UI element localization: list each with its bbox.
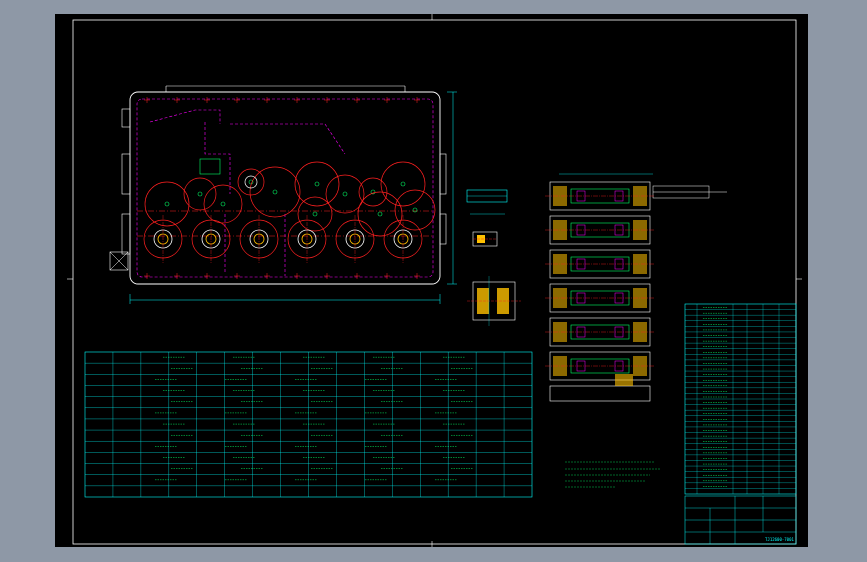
gear-g9 xyxy=(380,161,426,207)
gear-hub-g9 xyxy=(400,181,406,187)
bolt-cross xyxy=(324,97,330,103)
gear-hub-g12 xyxy=(312,211,318,217)
bolt-cross xyxy=(264,273,270,279)
bolt-cross xyxy=(384,273,390,279)
bolt-cross xyxy=(294,97,300,103)
gear-g7 xyxy=(325,174,365,214)
gear-g1 xyxy=(144,181,190,227)
bolt-cross xyxy=(384,97,390,103)
gear-hub-g6 xyxy=(314,181,320,187)
bolt-cross xyxy=(354,273,360,279)
bearing-section-icon xyxy=(466,189,521,326)
gear-hub-g5 xyxy=(272,189,278,195)
title-block: TJ12600-7001 xyxy=(684,495,797,545)
bolt-cross xyxy=(204,97,210,103)
bolt-cross xyxy=(324,273,330,279)
bolt-cross xyxy=(174,273,180,279)
gear-g12 xyxy=(297,196,333,232)
section-motor-flange xyxy=(615,374,633,386)
gear-hub-g1 xyxy=(164,201,170,207)
gear-g6 xyxy=(294,161,340,207)
bolt-cross xyxy=(294,273,300,279)
bolt-cross xyxy=(174,97,180,103)
gear-g3 xyxy=(203,184,243,224)
section-base xyxy=(549,385,651,402)
bolt-cross xyxy=(264,97,270,103)
gear-g4 xyxy=(237,168,265,196)
bolt-cross xyxy=(204,273,210,279)
gearbox-cross-section xyxy=(545,173,727,402)
bolt-cross xyxy=(414,273,420,279)
bolt-cross xyxy=(144,97,150,103)
gear-hub-g11 xyxy=(377,211,383,217)
cad-drawing: TJ12600-7001 xyxy=(67,14,802,547)
outer-frame xyxy=(72,19,797,545)
technical-notes xyxy=(565,461,660,488)
gear-g2 xyxy=(183,177,217,211)
gearbox-housing-icon xyxy=(109,85,457,304)
gear-hub-g2 xyxy=(197,191,203,197)
gear-g5 xyxy=(249,166,301,218)
bolt-cross xyxy=(234,97,240,103)
bolt-cross xyxy=(414,97,420,103)
gear-circle-icon xyxy=(144,161,436,237)
bolt-cross xyxy=(354,97,360,103)
bolt-cross xyxy=(144,273,150,279)
gear-hub-g7 xyxy=(342,191,348,197)
gear-hub-g10 xyxy=(412,207,418,213)
parts-table xyxy=(84,351,533,498)
bolt-cross xyxy=(234,273,240,279)
drawing-sheet: TJ12600-7001 xyxy=(55,14,808,547)
gear-hub-g3 xyxy=(220,201,226,207)
bill-of-materials xyxy=(684,303,797,495)
drawing-number: TJ12600-7001 xyxy=(765,537,794,542)
